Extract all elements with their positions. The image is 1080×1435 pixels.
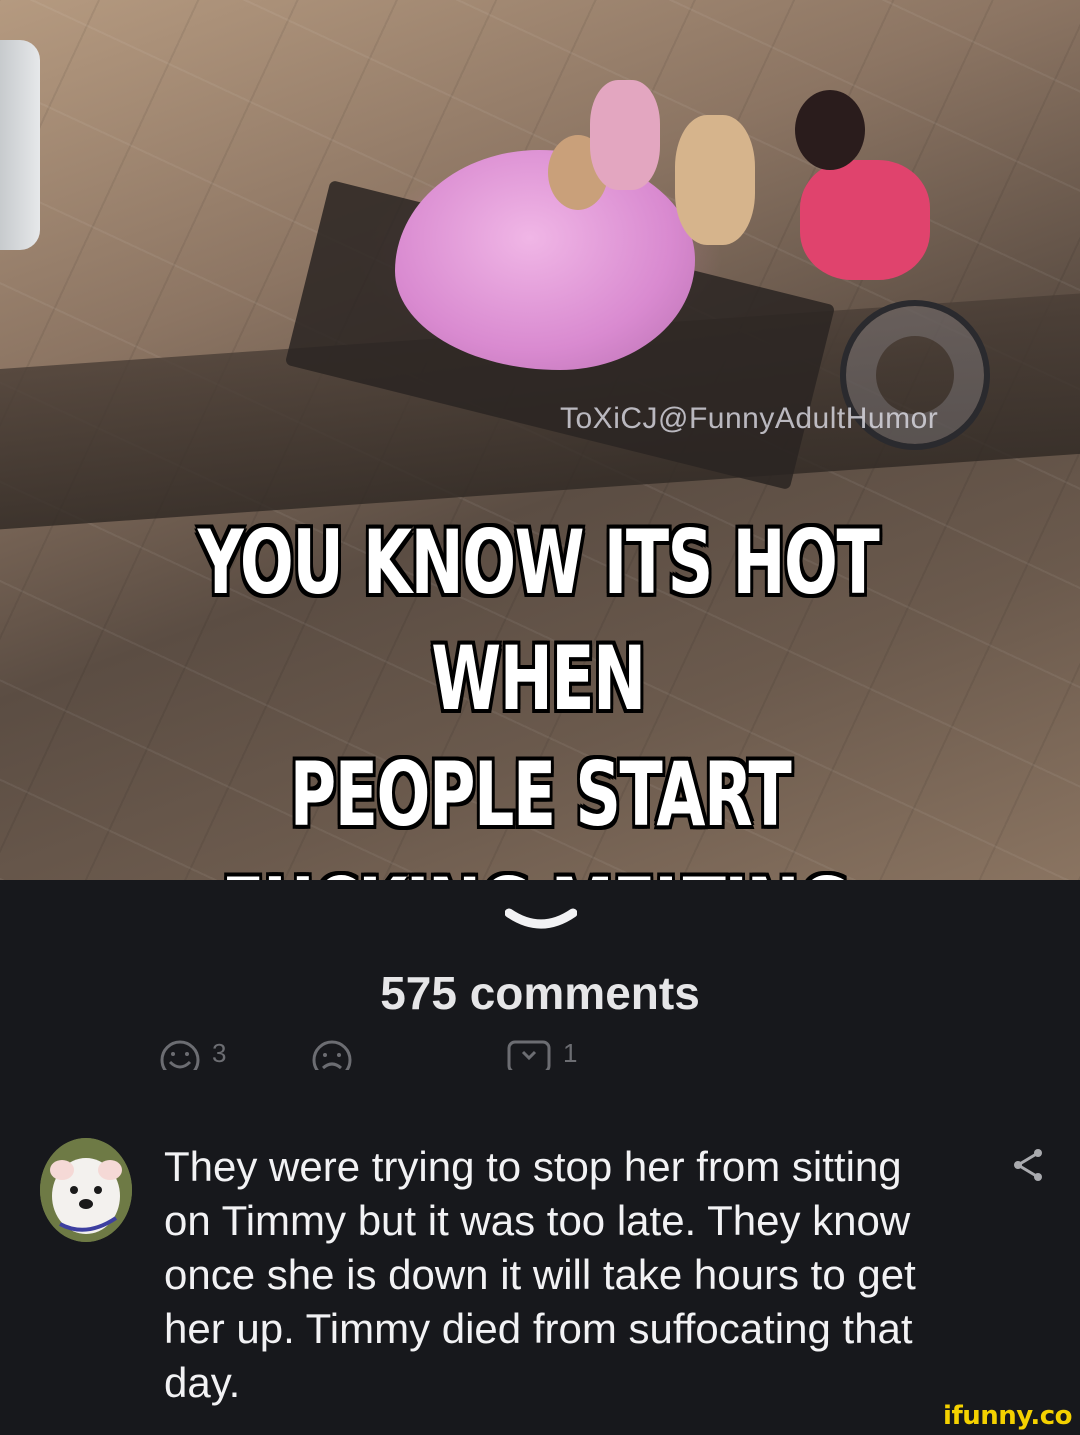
woman-figure (800, 160, 930, 280)
smile-reaction-button[interactable]: 3 (158, 1038, 226, 1070)
dog-avatar-picture (40, 1138, 132, 1242)
user-avatar[interactable] (40, 1138, 132, 1242)
pink-dress-figure (395, 150, 695, 370)
caption-line: PEOPLE START (289, 743, 792, 846)
child-figure (590, 80, 660, 190)
share-button[interactable] (1010, 1147, 1046, 1183)
sad-face-icon (312, 1040, 352, 1070)
meme-caption: YOU KNOW ITS HOT WHEN PEOPLE START FUCKI… (0, 505, 1080, 880)
reaction-row: 3 1 (0, 1030, 1080, 1070)
woman-head-figure (795, 90, 865, 170)
comments-count: 575 comments (380, 967, 700, 1019)
reply-count: 1 (563, 1038, 578, 1068)
reply-button[interactable]: 1 (505, 1038, 577, 1070)
sad-reaction-button[interactable] (310, 1038, 354, 1070)
meme-watermark: ToXiCJ@FunnyAdultHumor (560, 402, 939, 435)
ifunny-logo: ifunny.co (943, 1401, 1072, 1431)
caption-line: FUCKING MELTING (143, 853, 928, 880)
share-icon (1014, 1149, 1042, 1181)
chevron-down-icon (504, 908, 578, 929)
comment-text: They were trying to stop her from sittin… (164, 1143, 916, 1406)
caption-line: YOU KNOW ITS HOT WHEN (197, 511, 880, 730)
child-figure (675, 115, 755, 245)
collapse-button[interactable] (504, 905, 578, 941)
smile-count: 3 (212, 1038, 227, 1068)
smile-face-icon (160, 1040, 200, 1070)
reply-bubble-icon (507, 1040, 551, 1070)
meme-image[interactable]: ToXiCJ@FunnyAdultHumor YOU KNOW ITS HOT … (0, 0, 1080, 880)
vase-shape (0, 40, 40, 250)
